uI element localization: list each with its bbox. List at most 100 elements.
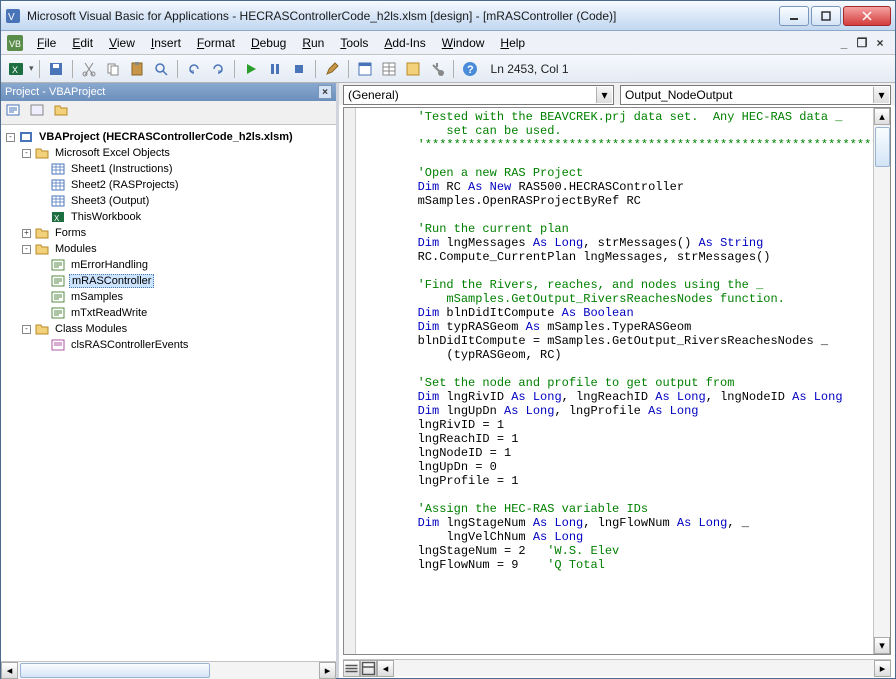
tree-item-mrascontroller[interactable]: mRASController [3, 273, 334, 289]
vba-icon: VB [7, 35, 23, 51]
tree-icon [50, 290, 66, 304]
tree-expander[interactable]: - [6, 133, 15, 142]
mdi-minimize-icon[interactable]: _ [837, 36, 851, 50]
maximize-button[interactable] [811, 6, 841, 26]
tree-expander[interactable]: - [22, 325, 31, 334]
scroll-left-button[interactable]: ◂ [377, 660, 394, 677]
code-margin [344, 108, 356, 654]
save-button[interactable] [45, 58, 67, 80]
cursor-position: Ln 2453, Col 1 [491, 62, 569, 76]
tree-folder-forms[interactable]: +Forms [3, 225, 334, 241]
scroll-right-button[interactable]: ▸ [319, 662, 336, 679]
copy-button[interactable] [102, 58, 124, 80]
scroll-up-button[interactable]: ▴ [874, 108, 890, 125]
menu-format[interactable]: Format [189, 34, 243, 52]
redo-button[interactable] [207, 58, 229, 80]
tree-icon [34, 146, 50, 160]
tree-icon [34, 242, 50, 256]
minimize-button[interactable] [779, 6, 809, 26]
reset-button[interactable] [288, 58, 310, 80]
paste-button[interactable] [126, 58, 148, 80]
main-toolbar: X ▾ ? Ln 2453, Col 1 [1, 55, 895, 83]
mdi-close-icon[interactable]: × [873, 36, 887, 50]
view-excel-button[interactable]: X [5, 58, 27, 80]
menu-insert[interactable]: Insert [143, 34, 189, 52]
full-module-view-button[interactable] [360, 660, 377, 677]
tree-folder-class-modules[interactable]: -Class Modules [3, 321, 334, 337]
tree-icon [34, 322, 50, 336]
mdi-restore-icon[interactable]: ❐ [855, 36, 869, 50]
tree-icon [18, 130, 34, 144]
dropdown-arrow-icon: ▾ [596, 87, 612, 103]
tree-item-sheet3output[interactable]: Sheet3 (Output) [3, 193, 334, 209]
code-editor[interactable]: 'Tested with the BEAVCREK.prj data set. … [356, 108, 873, 654]
view-code-button[interactable] [5, 102, 27, 124]
project-explorer-pane: Project - VBAProject × -VBAProject (HECR… [1, 83, 339, 678]
break-button[interactable] [264, 58, 286, 80]
svg-text:VB: VB [9, 39, 21, 49]
tree-item-clsrascontrollerevents[interactable]: clsRASControllerEvents [3, 337, 334, 353]
code-vscrollbar[interactable]: ▴ ▾ [873, 108, 890, 654]
tree-icon [50, 194, 66, 208]
tree-root[interactable]: -VBAProject (HECRASControllerCode_h2ls.x… [3, 129, 334, 145]
tree-icon [50, 258, 66, 272]
tree-item-thisworkbook[interactable]: XThisWorkbook [3, 209, 334, 225]
tree-folder-modules[interactable]: -Modules [3, 241, 334, 257]
tree-item-msamples[interactable]: mSamples [3, 289, 334, 305]
project-explorer-toolbar [1, 101, 336, 125]
tree-icon [50, 274, 66, 288]
tree-expander[interactable]: + [22, 229, 31, 238]
app-icon: V [5, 8, 21, 24]
scroll-down-button[interactable]: ▾ [874, 637, 890, 654]
menubar: VB FileEditViewInsertFormatDebugRunTools… [1, 31, 895, 55]
tree-item-sheet1instructions[interactable]: Sheet1 (Instructions) [3, 161, 334, 177]
menu-file[interactable]: File [29, 34, 64, 52]
toolbox-button[interactable] [426, 58, 448, 80]
cut-button[interactable] [78, 58, 100, 80]
tree-item-sheet2rasprojects[interactable]: Sheet2 (RASProjects) [3, 177, 334, 193]
tree-expander[interactable]: - [22, 149, 31, 158]
tree-icon [50, 178, 66, 192]
svg-text:V: V [8, 12, 15, 23]
scroll-left-button[interactable]: ◂ [1, 662, 18, 679]
menu-view[interactable]: View [101, 34, 143, 52]
menu-edit[interactable]: Edit [64, 34, 101, 52]
project-tree[interactable]: -VBAProject (HECRASControllerCode_h2ls.x… [1, 125, 336, 661]
tree-item-mtxtreadwrite[interactable]: mTxtReadWrite [3, 305, 334, 321]
menu-window[interactable]: Window [434, 34, 493, 52]
project-explorer-button[interactable] [354, 58, 376, 80]
properties-button[interactable] [378, 58, 400, 80]
tree-expander[interactable]: - [22, 245, 31, 254]
undo-button[interactable] [183, 58, 205, 80]
procedure-dropdown[interactable]: Output_NodeOutput ▾ [620, 85, 891, 105]
tree-item-merrorhandling[interactable]: mErrorHandling [3, 257, 334, 273]
code-hscrollbar[interactable]: ◂ ▸ [343, 659, 891, 676]
svg-text:X: X [12, 65, 18, 75]
toggle-folders-button[interactable] [53, 102, 75, 124]
tree-icon [50, 338, 66, 352]
menu-debug[interactable]: Debug [243, 34, 294, 52]
project-explorer-close-button[interactable]: × [318, 85, 332, 99]
help-button[interactable]: ? [459, 58, 481, 80]
object-dropdown[interactable]: (General) ▾ [343, 85, 614, 105]
menu-run[interactable]: Run [294, 34, 332, 52]
tree-folder-excel-objects[interactable]: -Microsoft Excel Objects [3, 145, 334, 161]
window-title: Microsoft Visual Basic for Applications … [27, 9, 779, 23]
find-button[interactable] [150, 58, 172, 80]
design-mode-button[interactable] [321, 58, 343, 80]
object-browser-button[interactable] [402, 58, 424, 80]
tree-icon [50, 306, 66, 320]
close-button[interactable] [843, 6, 891, 26]
view-object-button[interactable] [29, 102, 51, 124]
menu-help[interactable]: Help [492, 34, 533, 52]
menu-addins[interactable]: Add-Ins [376, 34, 433, 52]
scroll-right-button[interactable]: ▸ [874, 660, 891, 677]
procedure-view-button[interactable] [343, 660, 360, 677]
tree-icon: X [50, 210, 66, 224]
svg-text:X: X [54, 214, 60, 223]
menu-tools[interactable]: Tools [332, 34, 376, 52]
dropdown-arrow-icon: ▾ [873, 87, 889, 103]
run-button[interactable] [240, 58, 262, 80]
project-hscrollbar[interactable]: ◂ ▸ [1, 661, 336, 678]
project-explorer-title: Project - VBAProject × [1, 83, 336, 101]
